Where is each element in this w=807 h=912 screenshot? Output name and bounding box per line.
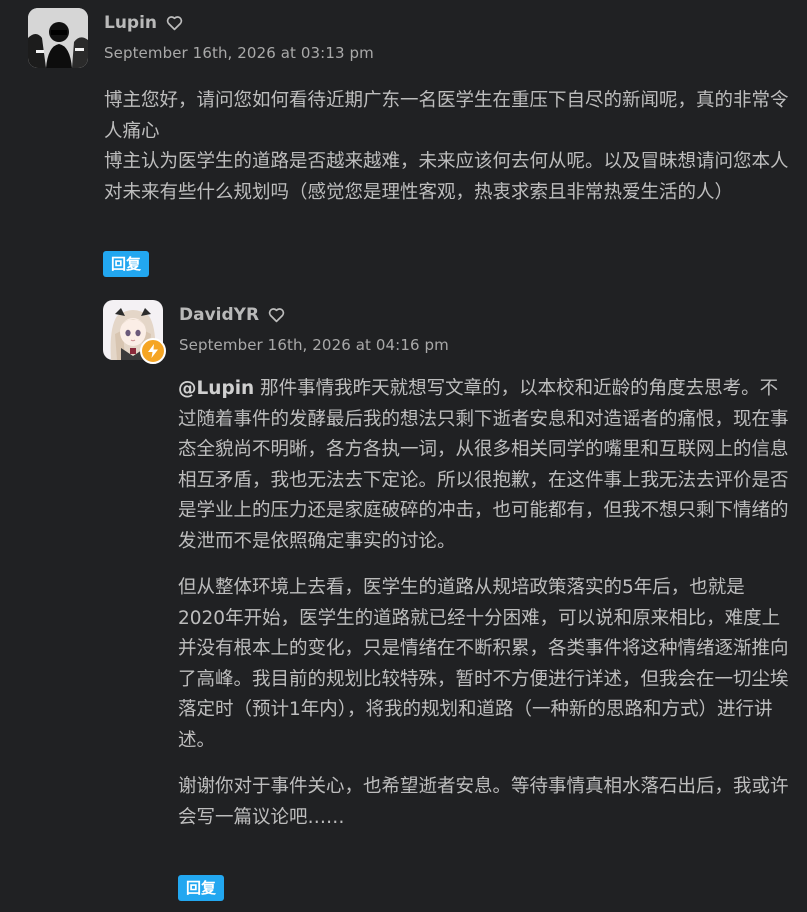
comment-paragraph: @Lupin 那件事情我昨天就想写文章的，以本校和近龄的角度去思考。不过随着事件… xyxy=(178,374,790,557)
mention-link[interactable]: @Lupin xyxy=(178,378,254,399)
author-name[interactable]: DavidYR xyxy=(179,305,259,325)
comment-date: September 16th, 2026 at 03:13 pm xyxy=(104,44,374,62)
author-row: DavidYR xyxy=(179,302,449,328)
comment-meta: Lupin September 16th, 2026 at 03:13 pm xyxy=(104,10,374,62)
comment-paragraph: 博主您好，请问您如何看待近期广东一名医学生在重压下自尽的新闻呢，真的非常令人痛心 xyxy=(104,90,789,142)
bw-photo-avatar-icon xyxy=(28,8,88,68)
author-row: Lupin xyxy=(104,10,374,36)
reply-button[interactable]: 回复 xyxy=(103,251,150,277)
comment-body: 博主您好，请问您如何看待近期广东一名医学生在重压下自尽的新闻呢，真的非常令人痛心… xyxy=(104,86,794,208)
comment-paragraph: 谢谢你对于事件关心，也希望逝者安息。等待事情真相水落石出后，我或许会写一篇议论吧… xyxy=(178,776,789,828)
comment-paragraph: 博主认为医学生的道路是否越来越难，未来应该何去何从呢。以及冒昧想请问您本人对未来… xyxy=(104,151,789,203)
lightning-badge xyxy=(140,338,166,364)
avatar[interactable] xyxy=(28,8,88,68)
comment-date: September 16th, 2026 at 04:16 pm xyxy=(179,336,449,354)
comment-text: 那件事情我昨天就想写文章的，以本校和近龄的角度去思考。不过随着事件的发酵最后我的… xyxy=(178,378,789,552)
comment-meta: DavidYR September 16th, 2026 at 04:16 pm xyxy=(179,302,449,354)
comment-paragraph: 但从整体环境上去看，医学生的道路从规培政策落实的5年后，也就是2020年开始，医… xyxy=(178,577,789,751)
author-name[interactable]: Lupin xyxy=(104,13,157,33)
reply-button[interactable]: 回复 xyxy=(178,875,225,901)
lightning-icon xyxy=(148,344,158,358)
heart-icon[interactable] xyxy=(166,15,183,31)
heart-icon[interactable] xyxy=(268,307,285,323)
comment-body: @Lupin 那件事情我昨天就想写文章的，以本校和近龄的角度去思考。不过随着事件… xyxy=(178,374,790,833)
